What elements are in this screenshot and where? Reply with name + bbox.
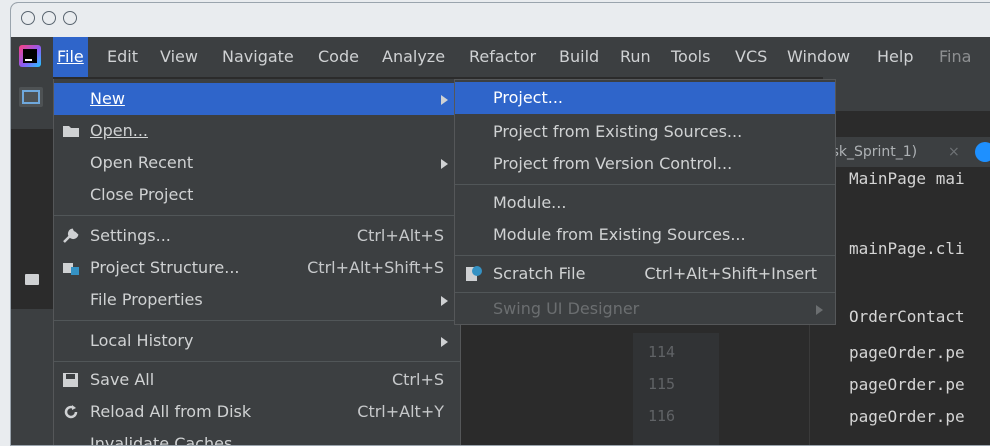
menu-separator bbox=[455, 255, 835, 256]
submenu-item-project[interactable]: Project... bbox=[455, 82, 835, 114]
submenu-arrow-icon bbox=[441, 159, 448, 169]
submenu-item-label: Project from Version Control... bbox=[493, 154, 733, 173]
submenu-item-label: Swing UI Designer bbox=[493, 299, 640, 318]
menu-item-label: Local History bbox=[90, 331, 194, 350]
menu-item-close-project[interactable]: Close Project bbox=[54, 179, 460, 211]
menu-item-label: New bbox=[90, 89, 125, 108]
menu-bar: File Edit View Navigate Code Analyze Ref… bbox=[11, 37, 990, 77]
menu-separator bbox=[54, 361, 460, 362]
menu-item-label: Settings... bbox=[90, 226, 171, 245]
shortcut-label: Ctrl+Alt+Shift+Insert bbox=[644, 264, 817, 283]
menu-help[interactable]: Help bbox=[873, 37, 917, 77]
folder-icon bbox=[25, 274, 39, 285]
editor-tab-label: ask_Sprint_1) bbox=[823, 144, 918, 160]
project-title-truncated: Fina bbox=[939, 47, 972, 66]
menu-separator bbox=[54, 320, 460, 321]
line-number: 116 bbox=[648, 407, 676, 425]
title-bar bbox=[11, 3, 990, 37]
shortcut-label: Ctrl+Alt+Shift+S bbox=[307, 258, 444, 277]
editor-tab[interactable]: ask_Sprint_1) × bbox=[823, 137, 990, 168]
menu-window[interactable]: Window bbox=[783, 37, 854, 77]
menu-item-open-recent[interactable]: Open Recent bbox=[54, 147, 460, 179]
menu-item-label: Save All bbox=[90, 370, 155, 389]
close-window-icon[interactable] bbox=[21, 11, 35, 25]
menu-vcs[interactable]: VCS bbox=[731, 37, 771, 77]
new-submenu: Project... Project from Existing Sources… bbox=[454, 79, 836, 325]
submenu-item-label: Module... bbox=[493, 193, 567, 212]
save-icon bbox=[63, 373, 78, 387]
menu-item-label: Invalidate Caches... bbox=[90, 434, 248, 446]
submenu-item-module[interactable]: Module... bbox=[455, 187, 835, 219]
line-number: 114 bbox=[648, 343, 676, 361]
submenu-item-project-vcs[interactable]: Project from Version Control... bbox=[455, 148, 835, 180]
menu-item-label: File Properties bbox=[90, 290, 203, 309]
ide-window: File Edit View Navigate Code Analyze Ref… bbox=[10, 2, 990, 446]
submenu-item-label: Module from Existing Sources... bbox=[493, 225, 746, 244]
reload-icon bbox=[64, 405, 78, 419]
line-number-gutter: 114 115 116 bbox=[633, 333, 719, 445]
menu-analyze[interactable]: Analyze bbox=[378, 37, 449, 77]
menu-build[interactable]: Build bbox=[555, 37, 603, 77]
code-line[interactable]: pageOrder.pe bbox=[849, 343, 965, 362]
submenu-arrow-icon bbox=[816, 305, 823, 315]
menu-item-project-structure[interactable]: Project Structure... Ctrl+Alt+Shift+S bbox=[54, 252, 460, 284]
submenu-item-swing-ui-designer: Swing UI Designer bbox=[455, 293, 835, 325]
shortcut-label: Ctrl+Alt+S bbox=[356, 226, 444, 245]
menu-item-reload-all[interactable]: Reload All from Disk Ctrl+Alt+Y bbox=[54, 396, 460, 428]
shortcut-label: Ctrl+S bbox=[391, 370, 444, 389]
submenu-item-project-existing-sources[interactable]: Project from Existing Sources... bbox=[455, 116, 835, 148]
menu-view[interactable]: View bbox=[156, 37, 202, 77]
shortcut-label: Ctrl+Alt+Y bbox=[357, 402, 444, 421]
menu-item-file-properties[interactable]: File Properties bbox=[54, 284, 460, 316]
menu-item-invalidate-caches[interactable]: Invalidate Caches... bbox=[54, 428, 460, 446]
project-structure-icon bbox=[63, 263, 79, 275]
menu-item-save-all[interactable]: Save All Ctrl+S bbox=[54, 364, 460, 396]
submenu-item-label: Project from Existing Sources... bbox=[493, 122, 743, 141]
menu-run[interactable]: Run bbox=[616, 37, 655, 77]
menu-code[interactable]: Code bbox=[314, 37, 363, 77]
left-tool-strip: Project bbox=[11, 77, 54, 445]
submenu-item-label: Scratch File bbox=[493, 264, 586, 283]
submenu-arrow-icon bbox=[441, 95, 448, 105]
file-menu-dropdown: New Open... Open Recent Close Project Se… bbox=[53, 79, 461, 446]
toolbar bbox=[823, 77, 990, 111]
menu-item-label: Open... bbox=[90, 121, 148, 140]
submenu-item-scratch-file[interactable]: Scratch File Ctrl+Alt+Shift+Insert bbox=[455, 258, 835, 290]
menu-navigate[interactable]: Navigate bbox=[218, 37, 298, 77]
maximize-window-icon[interactable] bbox=[63, 11, 77, 25]
scratch-file-icon bbox=[466, 266, 482, 281]
code-line[interactable]: mainPage.cli bbox=[849, 239, 965, 258]
menu-item-settings[interactable]: Settings... Ctrl+Alt+S bbox=[54, 220, 460, 252]
window-layout-icon[interactable] bbox=[19, 87, 43, 107]
menu-item-label: Close Project bbox=[90, 185, 194, 204]
menu-separator bbox=[455, 184, 835, 185]
code-line[interactable]: OrderContact bbox=[849, 307, 965, 326]
class-file-icon bbox=[975, 142, 990, 162]
minimize-window-icon[interactable] bbox=[42, 11, 56, 25]
menu-refactor[interactable]: Refactor bbox=[465, 37, 540, 77]
menu-item-local-history[interactable]: Local History bbox=[54, 325, 460, 357]
submenu-arrow-icon bbox=[441, 337, 448, 347]
menu-item-label: Project Structure... bbox=[90, 258, 240, 277]
folder-open-icon bbox=[63, 126, 79, 137]
code-line[interactable]: pageOrder.pe bbox=[849, 407, 965, 426]
menu-file[interactable]: File bbox=[53, 37, 88, 77]
menu-separator bbox=[54, 215, 460, 216]
intellij-logo-icon bbox=[19, 45, 41, 67]
close-tab-icon[interactable]: × bbox=[948, 137, 960, 167]
submenu-arrow-icon bbox=[441, 296, 448, 306]
code-line[interactable]: MainPage mai bbox=[849, 169, 965, 188]
menu-tools[interactable]: Tools bbox=[667, 37, 714, 77]
menu-item-label: Open Recent bbox=[90, 153, 194, 172]
code-line[interactable]: pageOrder.pe bbox=[849, 375, 965, 394]
menu-item-label: Reload All from Disk bbox=[90, 402, 252, 421]
submenu-item-module-existing-sources[interactable]: Module from Existing Sources... bbox=[455, 219, 835, 251]
menu-item-open[interactable]: Open... bbox=[54, 115, 460, 147]
submenu-item-label: Project... bbox=[493, 88, 563, 107]
wrench-icon bbox=[63, 228, 79, 243]
line-number: 115 bbox=[648, 375, 676, 393]
menu-edit[interactable]: Edit bbox=[103, 37, 142, 77]
menu-item-new[interactable]: New bbox=[54, 83, 460, 115]
